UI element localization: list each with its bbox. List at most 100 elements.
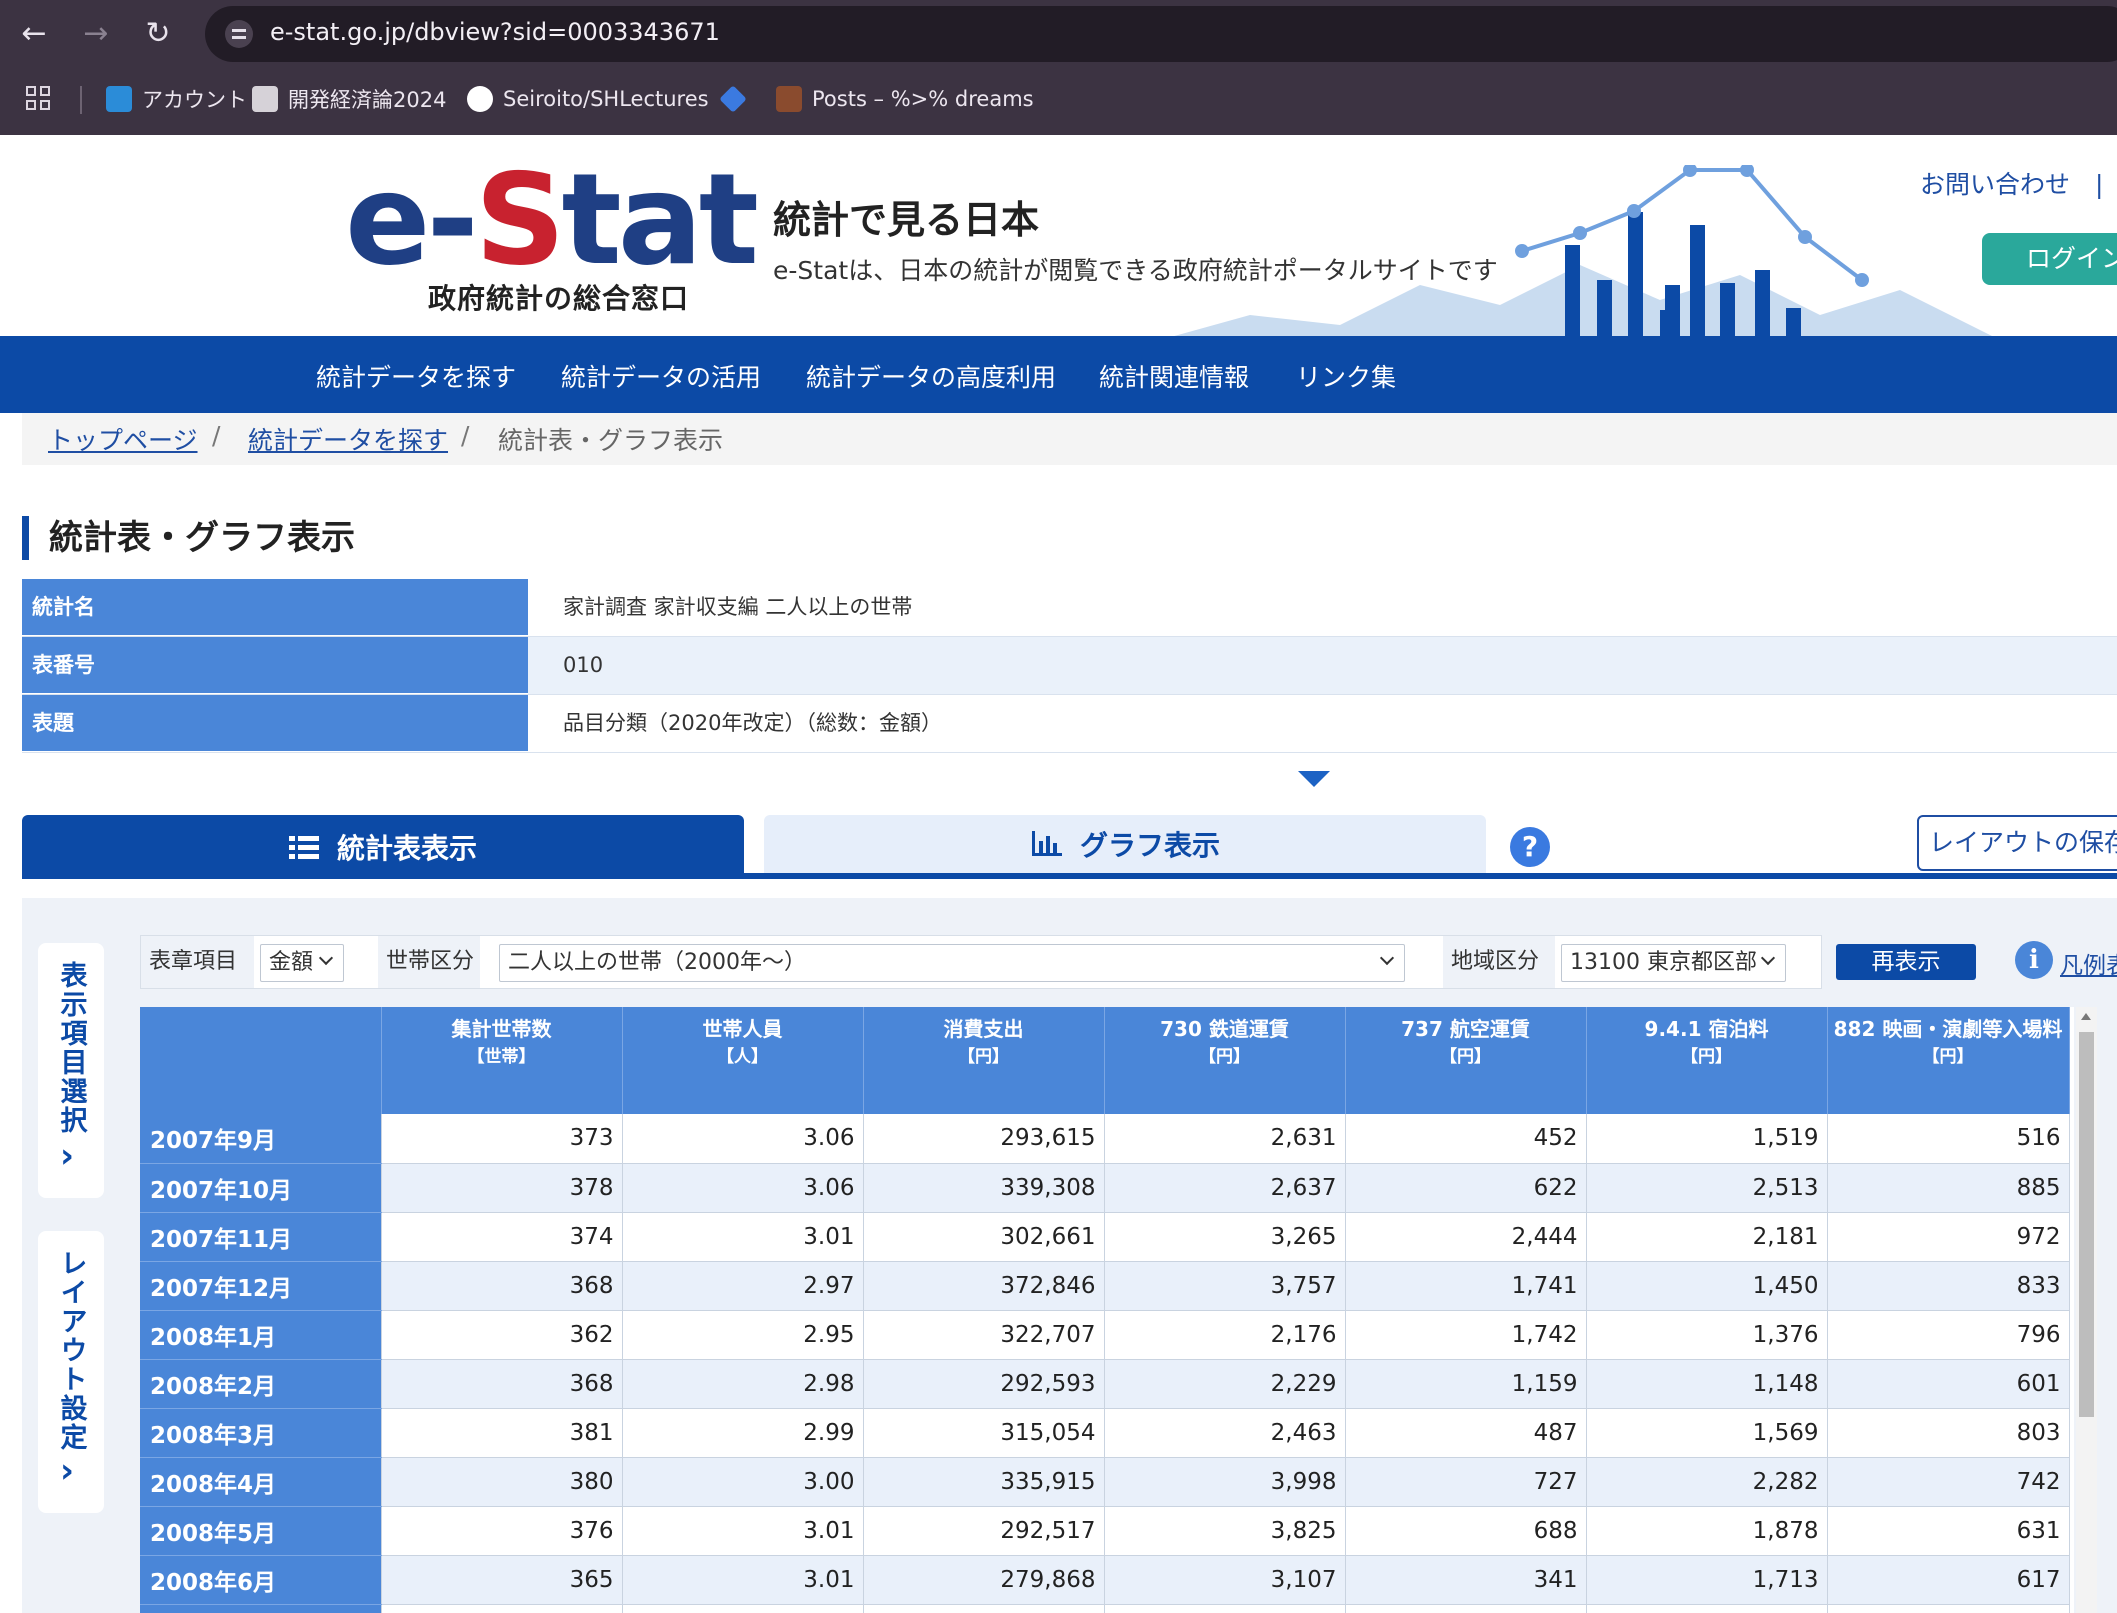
page-title: 統計表・グラフ表示	[22, 516, 355, 560]
column-header[interactable]: 消費支出 【円】	[863, 1007, 1105, 1114]
nav-links[interactable]: リンク集	[1296, 358, 1396, 394]
reload-icon[interactable]: ↻	[138, 14, 178, 54]
redisplay-button[interactable]: 再表示	[1836, 944, 1976, 980]
legend-link[interactable]: 凡例表	[2060, 946, 2117, 980]
bookmark-diamond[interactable]	[719, 82, 756, 116]
row-header-period: 2007年11月	[140, 1212, 382, 1262]
address-bar[interactable]: e-stat.go.jp/dbview?sid=0003343671	[205, 6, 2117, 62]
column-header-name: 882 映画・演劇等入場料	[1833, 1017, 2063, 1041]
side-tab-display-items[interactable]: 表示項目選択 ›	[38, 943, 104, 1198]
nav-data-usage[interactable]: 統計データの活用	[561, 358, 761, 394]
table-cell: 381	[381, 1408, 623, 1458]
side-tab-layout-settings[interactable]: レイアウト設定 ›	[38, 1231, 104, 1513]
chevron-down-icon	[1379, 950, 1395, 966]
column-header[interactable]: 9.4.1 宿泊料 【円】	[1586, 1007, 1828, 1114]
table-cell: 516	[1827, 1114, 2070, 1164]
table-row: 2008年4月 380 3.00 335,915 3,998 727 2,282 742	[140, 1457, 2070, 1507]
scroll-up-icon[interactable]	[2081, 1013, 2091, 1020]
site-header: e-Stat 政府統計の総合窓口 統計で見る日本 e-Statは、日本の統計が閲…	[0, 135, 2117, 336]
tagline-title: 統計で見る日本	[773, 198, 1040, 242]
column-header[interactable]: 世帯人員 【人】	[622, 1007, 864, 1114]
login-button[interactable]: ログイン	[1982, 233, 2117, 285]
info-row-stat-name: 統計名 家計調査 家計収支編 二人以上の世帯	[22, 579, 2117, 637]
table-cell: 3.01	[622, 1506, 864, 1556]
column-header[interactable]: 730 鉄道運賃 【円】	[1104, 1007, 1346, 1114]
tab-graph-view[interactable]: グラフ表示	[764, 815, 1486, 873]
forward-arrow-icon[interactable]: →	[76, 14, 116, 54]
bookmark-blog[interactable]: Posts – %>% dreams	[776, 82, 1034, 116]
table-cell: 2,176	[1104, 1310, 1346, 1360]
column-header[interactable]: 集計世帯数 【世帯】	[381, 1007, 623, 1114]
table-cell: 2,444	[1345, 1212, 1587, 1262]
table-cell: 452	[1345, 1114, 1587, 1164]
breadcrumb-search[interactable]: 統計データを探す	[248, 421, 448, 457]
table-row: 2007年10月 378 3.06 339,308 2,637 622 2,513 885	[140, 1163, 2070, 1213]
list-icon	[288, 836, 319, 859]
table-cell: 378	[381, 1163, 623, 1213]
apps-grid-icon[interactable]	[26, 86, 52, 112]
layout-save-button[interactable]: レイアウトの保存	[1917, 815, 2117, 871]
column-header[interactable]: 737 航空運賃 【円】	[1345, 1007, 1587, 1114]
column-header-name: 730 鉄道運賃	[1160, 1017, 1289, 1041]
table-cell: 1,376	[1586, 1310, 1828, 1360]
table-cell: 368	[381, 1261, 623, 1311]
back-arrow-icon[interactable]: ←	[14, 14, 54, 54]
column-header-name: 世帯人員	[702, 1017, 783, 1041]
table-cell: 1,519	[1586, 1114, 1828, 1164]
table-cell: 292,593	[863, 1359, 1105, 1409]
table-cell: 374	[381, 1212, 623, 1262]
table-cell: 2,637	[1104, 1163, 1346, 1213]
table-cell: 885	[1827, 1163, 2070, 1213]
filter-label-item: 表章項目	[141, 936, 254, 988]
table-cell: 1,569	[1586, 1408, 1828, 1458]
column-header[interactable]: 882 映画・演劇等入場料 【円】	[1827, 1007, 2070, 1114]
estat-logo[interactable]: e-Stat	[345, 155, 759, 285]
column-header-name: 消費支出	[943, 1017, 1024, 1041]
breadcrumb: トップページ / 統計データを探す / 統計表・グラフ表示	[22, 413, 2117, 465]
breadcrumb-home[interactable]: トップページ	[48, 421, 198, 457]
table-cell	[1827, 1604, 2070, 1613]
help-icon[interactable]: ?	[1510, 827, 1550, 867]
bookmark-classroom[interactable]: 開発経済論2024	[252, 82, 446, 116]
info-icon[interactable]: i	[2015, 941, 2053, 979]
table-cell: 3,757	[1104, 1261, 1346, 1311]
region-select[interactable]: 13100 東京都区部	[1561, 944, 1786, 982]
nav-search-data[interactable]: 統計データを探す	[316, 358, 516, 394]
scrollbar-thumb[interactable]	[2079, 1032, 2094, 1417]
nav-advanced-usage[interactable]: 統計データの高度利用	[806, 358, 1056, 394]
chevron-right-icon: ›	[60, 1136, 75, 1176]
bookmark-github[interactable]: Seiroito/SHLectures	[467, 82, 709, 116]
table-cell: 3,998	[1104, 1457, 1346, 1507]
table-row: 2007年9月 373 3.06 293,615 2,631 452 1,519 516	[140, 1114, 2070, 1164]
info-label: 表番号	[22, 637, 528, 694]
contact-link[interactable]: お問い合わせ | ヘ	[1920, 165, 2117, 201]
expand-arrow-icon[interactable]	[1298, 771, 1330, 787]
table-cell: 3.06	[622, 1114, 864, 1164]
table-cell: 1,450	[1586, 1261, 1828, 1311]
table-cell: 2,229	[1104, 1359, 1346, 1409]
site-info-icon[interactable]	[225, 20, 253, 48]
tab-underline	[22, 873, 2117, 879]
bookmark-account[interactable]: アカウント	[106, 82, 247, 116]
item-select[interactable]: 金額	[260, 944, 344, 982]
info-row-table-number: 表番号 010	[22, 637, 2117, 695]
url-text: e-stat.go.jp/dbview?sid=0003343671	[270, 18, 720, 46]
table-cell: 2,282	[1586, 1457, 1828, 1507]
column-header-name: 9.4.1 宿泊料	[1644, 1017, 1769, 1041]
breadcrumb-separator: /	[461, 421, 470, 450]
chevron-right-icon: ›	[60, 1451, 75, 1491]
table-cell: 335,915	[863, 1457, 1105, 1507]
info-label: 表題	[22, 695, 528, 752]
household-select[interactable]: 二人以上の世帯（2000年～）	[499, 944, 1405, 982]
table-row: 2008年2月 368 2.98 292,593 2,229 1,159 1,148 601	[140, 1359, 2070, 1409]
table-cell: 3.06	[622, 1163, 864, 1213]
data-table-container[interactable]: 集計世帯数 【世帯】 世帯人員 【人】 消費支出 【円】 730 鉄道運賃 【円】 737 航空…	[140, 1007, 2074, 1613]
info-label: 統計名	[22, 579, 528, 636]
table-cell: 1,742	[1345, 1310, 1587, 1360]
vertical-scrollbar[interactable]	[2076, 1007, 2097, 1613]
table-cell	[863, 1604, 1105, 1613]
nav-related-info[interactable]: 統計関連情報	[1099, 358, 1249, 394]
tab-table-view[interactable]: 統計表表示	[22, 815, 744, 879]
chevron-down-icon	[1760, 950, 1776, 966]
table-header-row: 集計世帯数 【世帯】 世帯人員 【人】 消費支出 【円】 730 鉄道運賃 【円】 737 航空…	[140, 1007, 2070, 1114]
